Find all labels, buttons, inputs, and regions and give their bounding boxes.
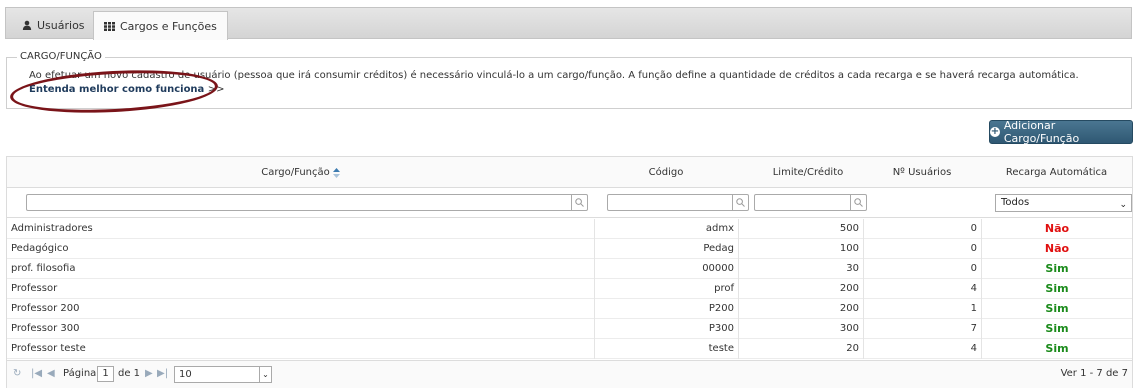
tab-label: Usuários	[37, 18, 85, 32]
filter-row: Todos ⌄	[7, 188, 1132, 218]
user-icon	[22, 20, 32, 30]
filter-cargo-input[interactable]	[26, 194, 588, 211]
prev-page-icon[interactable]: ◀	[47, 368, 55, 379]
chevron-down-icon: ⌄	[1119, 200, 1127, 210]
tab-usuarios[interactable]: Usuários	[12, 11, 95, 39]
cell-recarga: Sim	[981, 319, 1132, 339]
cell-cargo: Pedagógico	[11, 243, 69, 254]
filter-recarga-value: Todos	[1001, 197, 1030, 208]
grid-icon	[104, 21, 115, 31]
table-row[interactable]: Professor 200 P200 200 1 Sim	[7, 299, 1132, 319]
cell-recarga: Não	[981, 239, 1132, 259]
page-size-value: 10	[179, 369, 192, 380]
records-summary: Ver 1 - 7 de 7	[1060, 368, 1128, 379]
cell-usuarios: 0	[863, 239, 981, 259]
column-header-codigo[interactable]: Código	[594, 157, 738, 188]
cell-usuarios: 1	[863, 299, 981, 319]
plus-circle-icon: +	[990, 126, 1000, 137]
cell-codigo: prof	[594, 279, 738, 299]
cell-usuarios: 4	[863, 279, 981, 299]
cell-cargo: Professor	[11, 283, 58, 294]
column-header-label: Recarga Automática	[1005, 167, 1108, 178]
cell-usuarios: 7	[863, 319, 981, 339]
page-size-select[interactable]: 10 ⌄	[174, 366, 272, 383]
column-header-cargo[interactable]: Cargo/Função	[7, 157, 594, 188]
cell-codigo: P200	[594, 299, 738, 319]
cargo-grid: Cargo/Função Código Limite/Crédito Nº Us…	[6, 156, 1133, 388]
cell-recarga: Sim	[981, 339, 1132, 359]
cell-usuarios: 0	[863, 219, 981, 239]
search-icon	[571, 195, 587, 210]
cell-codigo: admx	[594, 219, 738, 239]
cell-limite: 500	[738, 219, 863, 239]
tab-cargos-funcoes[interactable]: Cargos e Funções	[93, 11, 228, 40]
cell-recarga: Sim	[981, 299, 1132, 319]
sort-asc-icon	[332, 167, 340, 178]
first-page-icon[interactable]: |◀	[31, 368, 42, 379]
column-header-limite[interactable]: Limite/Crédito	[738, 157, 878, 188]
column-header-label: Limite/Crédito	[772, 167, 844, 178]
search-icon	[850, 195, 866, 210]
cell-limite: 30	[738, 259, 863, 279]
table-row[interactable]: Professor 300 P300 300 7 Sim	[7, 319, 1132, 339]
pager: ↻ |◀ ◀ Página 1 de 1 ▶ ▶| 10 ⌄ Ver 1 - 7…	[7, 360, 1132, 388]
info-fieldset: CARGO/FUNÇÃO Ao efetuar um novo cadastro…	[6, 51, 1132, 118]
tab-label: Cargos e Funções	[120, 19, 217, 33]
grid-header: Cargo/Função Código Limite/Crédito Nº Us…	[7, 157, 1132, 188]
filter-recarga-select[interactable]: Todos ⌄	[995, 194, 1132, 212]
cell-codigo: teste	[594, 339, 738, 359]
column-header-label: Nº Usuários	[892, 167, 952, 178]
cell-codigo: 00000	[594, 259, 738, 279]
table-row[interactable]: prof. filosofia 00000 30 0 Sim	[7, 259, 1132, 279]
next-page-icon[interactable]: ▶	[145, 368, 153, 379]
last-page-icon[interactable]: ▶|	[157, 368, 168, 379]
page-number-input[interactable]: 1	[97, 366, 114, 382]
tab-bar: Usuários Cargos e Funções	[5, 7, 1132, 40]
table-row[interactable]: Professor teste teste 20 4 Sim	[7, 339, 1132, 359]
cell-cargo: Professor 200	[11, 303, 80, 314]
cell-cargo: Professor teste	[11, 343, 86, 354]
cell-cargo: prof. filosofia	[11, 263, 76, 274]
cell-limite: 200	[738, 299, 863, 319]
cell-limite: 100	[738, 239, 863, 259]
column-header-recarga[interactable]: Recarga Automática	[981, 157, 1132, 188]
add-cargo-button[interactable]: + Adicionar Cargo/Função	[989, 119, 1133, 145]
column-header-label: Cargo/Função	[261, 167, 330, 178]
fieldset-legend: CARGO/FUNÇÃO	[17, 51, 105, 62]
cell-codigo: P300	[594, 319, 738, 339]
cell-cargo: Professor 300	[11, 323, 80, 334]
refresh-icon[interactable]: ↻	[13, 368, 21, 379]
cell-cargo: Administradores	[11, 223, 93, 234]
table-row[interactable]: Administradores admx 500 0 Não	[7, 219, 1132, 239]
table-row[interactable]: Professor prof 200 4 Sim	[7, 279, 1132, 299]
chevron-down-icon: ⌄	[259, 367, 271, 382]
filter-codigo-input[interactable]	[607, 194, 749, 211]
cell-recarga: Sim	[981, 259, 1132, 279]
table-row[interactable]: Pedagógico Pedag 100 0 Não	[7, 239, 1132, 259]
add-cargo-label: Adicionar Cargo/Função	[1003, 119, 1080, 145]
search-icon	[732, 195, 748, 210]
cell-usuarios: 4	[863, 339, 981, 359]
column-header-label: Código	[648, 167, 684, 178]
cell-usuarios: 0	[863, 259, 981, 279]
column-header-usuarios[interactable]: Nº Usuários	[863, 157, 981, 188]
cell-limite: 20	[738, 339, 863, 359]
cell-recarga: Não	[981, 219, 1132, 239]
cell-limite: 200	[738, 279, 863, 299]
filter-limite-input[interactable]	[754, 194, 867, 211]
page-of-label: de 1	[118, 368, 141, 379]
cell-limite: 300	[738, 319, 863, 339]
page-label: Página	[63, 368, 97, 379]
cell-recarga: Sim	[981, 279, 1132, 299]
cell-codigo: Pedag	[594, 239, 738, 259]
